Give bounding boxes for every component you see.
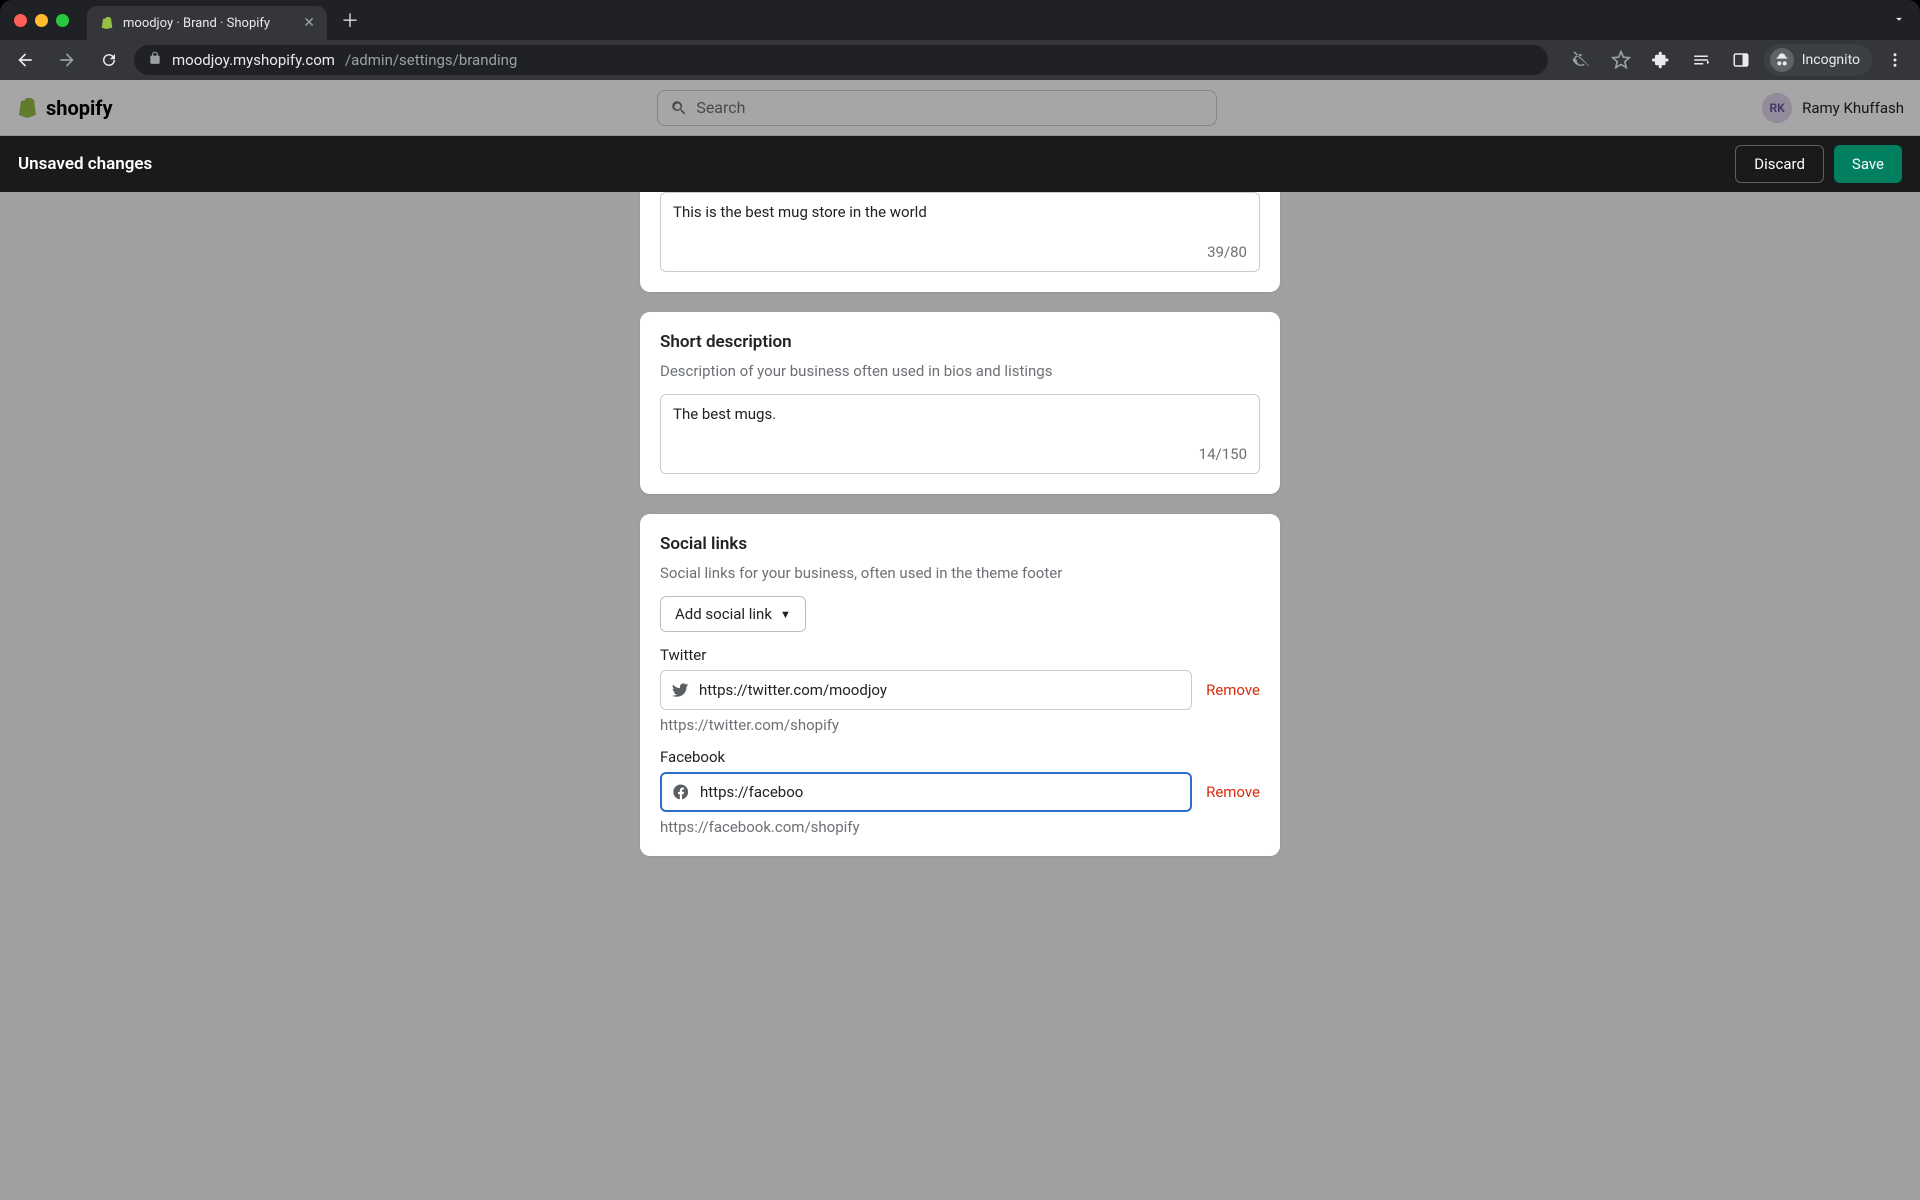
window-titlebar: moodjoy · Brand · Shopify ✕ ＋ — [0, 0, 1920, 40]
facebook-hint: https://facebook.com/shopify — [660, 818, 1260, 836]
short-description-title: Short description — [660, 332, 1260, 352]
url-path: /admin/settings/branding — [345, 51, 517, 69]
facebook-input-wrap[interactable] — [660, 772, 1192, 812]
social-links-card: Social links Social links for your busin… — [640, 514, 1280, 856]
facebook-input[interactable] — [700, 783, 1180, 801]
bookmark-icon[interactable] — [1604, 43, 1638, 77]
settings-page: This is the best mug store in the world … — [0, 192, 1920, 1200]
twitter-input[interactable] — [699, 681, 1181, 699]
forward-button[interactable] — [50, 43, 84, 77]
savebar-title: Unsaved changes — [18, 154, 152, 174]
slogan-value: This is the best mug store in the world — [673, 203, 1247, 223]
social-links-title: Social links — [660, 534, 1260, 554]
short-description-subtitle: Description of your business often used … — [660, 362, 1260, 380]
url-host: moodjoy.myshopify.com — [172, 51, 335, 69]
shopify-favicon-icon — [99, 15, 115, 31]
slogan-counter: 39/80 — [1207, 243, 1247, 261]
tab-title: moodjoy · Brand · Shopify — [123, 16, 295, 31]
side-panel-icon[interactable] — [1724, 43, 1758, 77]
window-close-button[interactable] — [14, 14, 27, 27]
incognito-icon — [1770, 48, 1794, 72]
slogan-card: This is the best mug store in the world … — [640, 192, 1280, 292]
browser-menu-icon[interactable] — [1878, 43, 1912, 77]
short-description-counter: 14/150 — [1199, 445, 1247, 463]
reload-button[interactable] — [92, 43, 126, 77]
twitter-remove-button[interactable]: Remove — [1206, 681, 1260, 699]
tab-close-icon[interactable]: ✕ — [303, 15, 315, 31]
back-button[interactable] — [8, 43, 42, 77]
slogan-textarea[interactable]: This is the best mug store in the world … — [660, 192, 1260, 272]
new-tab-button[interactable]: ＋ — [341, 7, 359, 33]
add-social-link-button[interactable]: Add social link ▼ — [660, 596, 806, 632]
reading-list-icon[interactable] — [1684, 43, 1718, 77]
lock-icon — [148, 51, 162, 69]
incognito-indicator[interactable]: Incognito — [1764, 44, 1872, 76]
facebook-label: Facebook — [660, 748, 1260, 766]
tracking-blocked-icon[interactable] — [1564, 43, 1598, 77]
facebook-icon — [672, 783, 690, 801]
short-description-value: The best mugs. — [673, 405, 1247, 425]
twitter-icon — [671, 681, 689, 699]
facebook-remove-button[interactable]: Remove — [1206, 783, 1260, 801]
extensions-icon[interactable] — [1644, 43, 1678, 77]
twitter-label: Twitter — [660, 646, 1260, 664]
window-zoom-button[interactable] — [56, 14, 69, 27]
address-bar[interactable]: moodjoy.myshopify.com/admin/settings/bra… — [134, 45, 1548, 75]
window-minimize-button[interactable] — [35, 14, 48, 27]
incognito-label: Incognito — [1802, 52, 1860, 68]
short-description-card: Short description Description of your bu… — [640, 312, 1280, 494]
contextual-save-bar: Unsaved changes Discard Save — [0, 136, 1920, 192]
discard-button[interactable]: Discard — [1735, 145, 1824, 183]
short-description-textarea[interactable]: The best mugs. 14/150 — [660, 394, 1260, 474]
twitter-hint: https://twitter.com/shopify — [660, 716, 1260, 734]
save-button[interactable]: Save — [1834, 145, 1902, 183]
twitter-input-wrap[interactable] — [660, 670, 1192, 710]
tabs-overflow-icon[interactable] — [1892, 11, 1906, 30]
browser-toolbar: moodjoy.myshopify.com/admin/settings/bra… — [0, 40, 1920, 80]
chevron-down-icon: ▼ — [780, 608, 791, 621]
browser-tab[interactable]: moodjoy · Brand · Shopify ✕ — [87, 6, 327, 40]
social-links-subtitle: Social links for your business, often us… — [660, 564, 1260, 582]
